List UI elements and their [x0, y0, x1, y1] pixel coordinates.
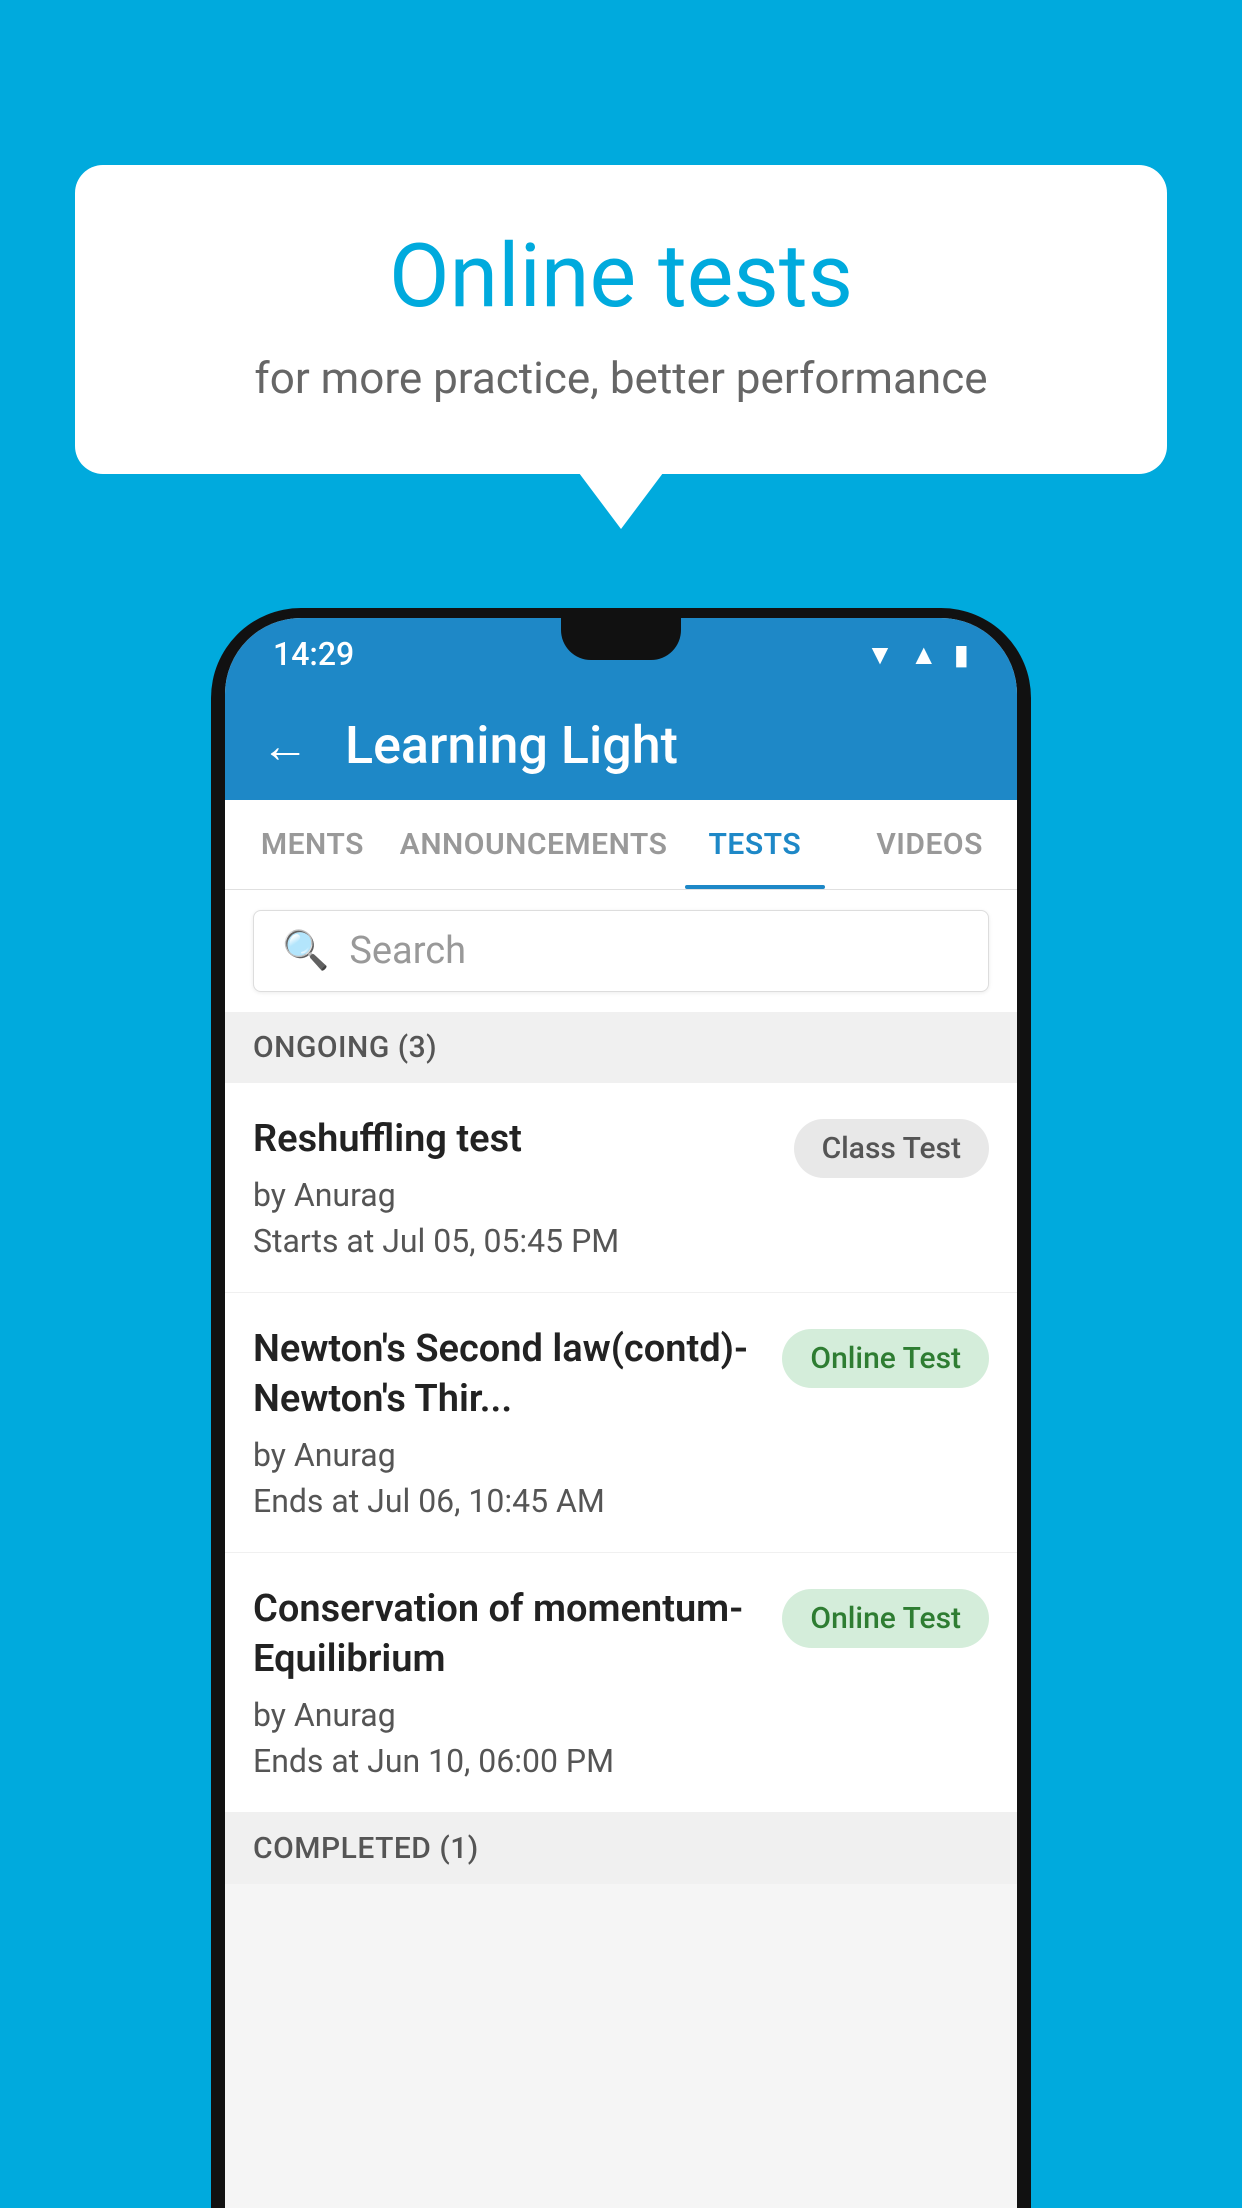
test-item-reshuffling[interactable]: Reshuffling test by Anurag Starts at Jul… — [225, 1083, 1017, 1293]
speech-bubble: Online tests for more practice, better p… — [75, 165, 1167, 474]
test-name-2: Newton's Second law(contd)-Newton's Thir… — [253, 1325, 762, 1424]
test-badge-2: Online Test — [782, 1329, 989, 1388]
tab-bar: MENTS ANNOUNCEMENTS TESTS VIDEOS — [225, 800, 1017, 890]
tab-announcements[interactable]: ANNOUNCEMENTS — [400, 800, 668, 889]
test-name-3: Conservation of momentum-Equilibrium — [253, 1585, 762, 1684]
search-input[interactable]: Search — [349, 929, 466, 973]
test-badge-3: Online Test — [782, 1589, 989, 1648]
status-icons: ▼ ▲ ▮ — [866, 638, 969, 671]
search-bar: 🔍 Search — [225, 890, 1017, 1012]
test-by-2: by Anurag — [253, 1436, 762, 1474]
phone-notch — [561, 618, 681, 660]
test-by-1: by Anurag — [253, 1176, 774, 1214]
test-by-3: by Anurag — [253, 1696, 762, 1734]
test-name-1: Reshuffling test — [253, 1115, 774, 1164]
search-input-container[interactable]: 🔍 Search — [253, 910, 989, 992]
back-button[interactable]: ← — [261, 717, 309, 774]
ongoing-section-header: ONGOING (3) — [225, 1012, 1017, 1083]
phone-frame: 14:29 ▼ ▲ ▮ ← Learning Light MENTS ANNOU… — [211, 608, 1031, 2208]
bubble-title: Online tests — [155, 225, 1087, 328]
test-date-1: Starts at Jul 05, 05:45 PM — [253, 1222, 774, 1260]
app-bar: ← Learning Light — [225, 690, 1017, 800]
wifi-icon: ▼ — [866, 638, 894, 671]
app-title: Learning Light — [345, 715, 678, 776]
test-item-newton[interactable]: Newton's Second law(contd)-Newton's Thir… — [225, 1293, 1017, 1553]
test-info-3: Conservation of momentum-Equilibrium by … — [253, 1585, 782, 1780]
test-date-2: Ends at Jul 06, 10:45 AM — [253, 1482, 762, 1520]
signal-icon: ▲ — [910, 638, 938, 671]
search-icon: 🔍 — [282, 929, 329, 973]
phone-screen: 14:29 ▼ ▲ ▮ ← Learning Light MENTS ANNOU… — [225, 618, 1017, 2208]
tab-tests[interactable]: TESTS — [667, 800, 842, 889]
battery-icon: ▮ — [954, 638, 969, 671]
tab-ments[interactable]: MENTS — [225, 800, 400, 889]
test-item-conservation[interactable]: Conservation of momentum-Equilibrium by … — [225, 1553, 1017, 1813]
bubble-subtitle: for more practice, better performance — [155, 352, 1087, 404]
test-info-1: Reshuffling test by Anurag Starts at Jul… — [253, 1115, 794, 1260]
test-badge-1: Class Test — [794, 1119, 989, 1178]
test-info-2: Newton's Second law(contd)-Newton's Thir… — [253, 1325, 782, 1520]
test-list: Reshuffling test by Anurag Starts at Jul… — [225, 1083, 1017, 1813]
test-date-3: Ends at Jun 10, 06:00 PM — [253, 1742, 762, 1780]
tab-videos[interactable]: VIDEOS — [842, 800, 1017, 889]
completed-section-header: COMPLETED (1) — [225, 1813, 1017, 1884]
status-time: 14:29 — [273, 635, 354, 673]
